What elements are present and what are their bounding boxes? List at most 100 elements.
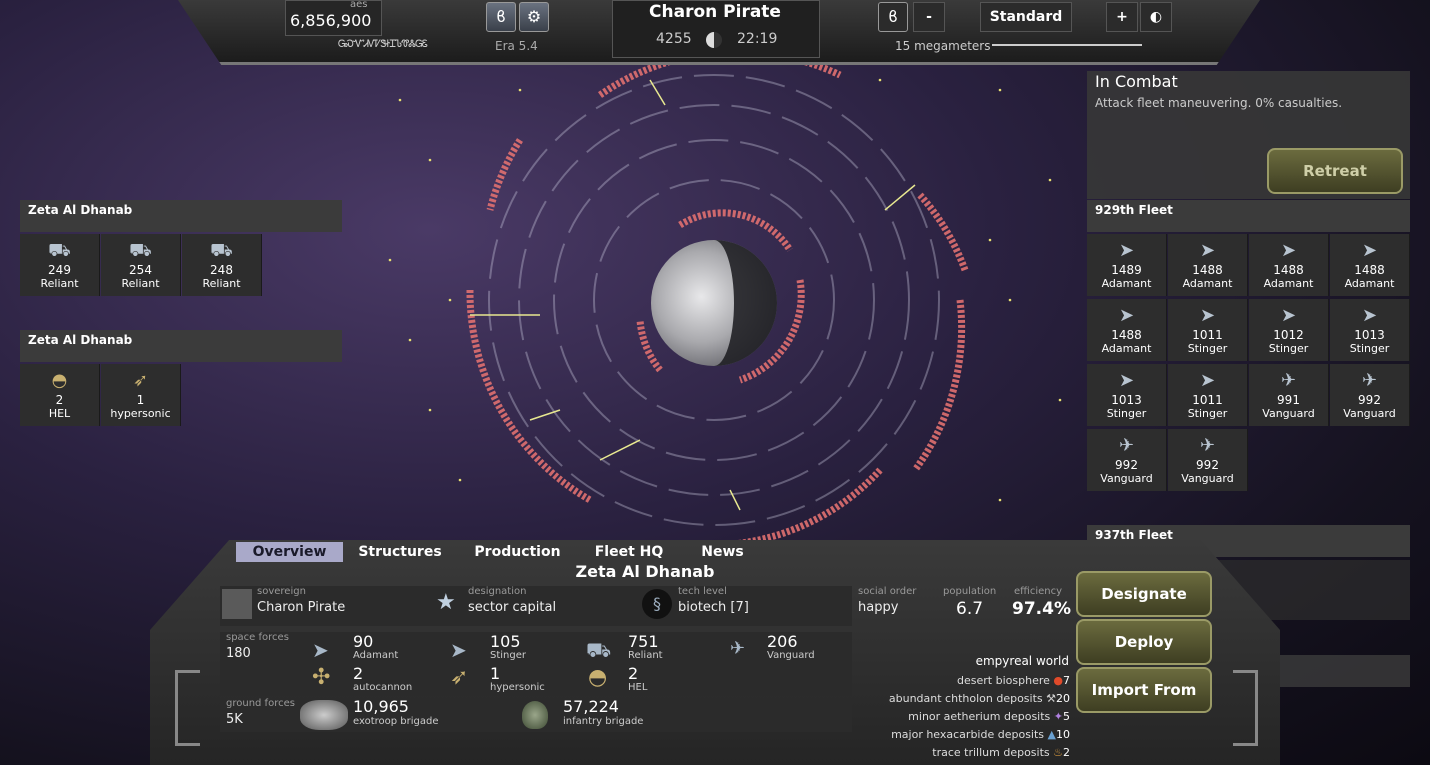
unit-name: Vanguard [1100, 472, 1153, 485]
unit-cell[interactable]: ➶ 1 hypersonic [101, 364, 181, 426]
unit-count: 1489 [1111, 263, 1142, 277]
unit-count: 1488 [1192, 263, 1223, 277]
galaxy-button[interactable]: ϐ [878, 2, 908, 32]
exotroop-name: exotroop brigade [353, 716, 439, 727]
efficiency-caption: efficiency [1014, 586, 1063, 597]
deploy-button[interactable]: Deploy [1076, 619, 1212, 665]
tech-caption: tech level [678, 586, 727, 597]
resource-value: 20 [1056, 692, 1070, 705]
stinger-ship-icon: ➤ [1199, 305, 1216, 326]
tab-structures[interactable]: Structures [350, 542, 450, 562]
fleet-unit-cell[interactable]: ➤ 1488 Adamant [1087, 299, 1167, 361]
resource-icon: ● [1049, 674, 1063, 687]
spiral-icon: ϐ [496, 7, 506, 26]
stinger-ship-icon: ➤ [1199, 370, 1216, 391]
civ-glyphs: ᏀᏍᏉᏗᏙᏤᏕᏐᏆᏖᏡᏜᏀᏋ [338, 39, 428, 50]
resource-icon: ⚒ [1042, 692, 1056, 705]
hypersonic-icon: ➶ [132, 370, 149, 391]
zoom-out-button[interactable]: - [913, 2, 945, 32]
tech-value: biotech [7] [678, 600, 749, 615]
era-label: Era 5.4 [495, 39, 538, 53]
fleet-unit-cell[interactable]: ➤ 1488 Adamant [1330, 234, 1410, 296]
resource-row: major hexacarbide deposits ▲10 [880, 728, 1070, 741]
fleet-unit-cell[interactable]: ✈ 991 Vanguard [1249, 364, 1329, 426]
vanguard-ship-icon: ✈ [1199, 435, 1216, 456]
ground-forces-total: 5K [226, 712, 243, 727]
hypersonic-name: hypersonic [490, 682, 545, 693]
planet-button[interactable]: ◐ [1140, 2, 1172, 32]
unit-cell[interactable]: ◓ 2 HEL [20, 364, 100, 426]
designate-button[interactable]: Designate [1076, 571, 1212, 617]
tab-production[interactable]: Production [465, 542, 570, 562]
unit-count: 991 [1277, 393, 1300, 407]
autocannon-name: autocannon [353, 682, 413, 693]
combat-status: Attack fleet maneuvering. 0% casualties. [1095, 96, 1343, 110]
hel-icon: ◓ [51, 370, 68, 391]
unit-name: Stinger [1187, 407, 1228, 420]
social-value: happy [858, 600, 899, 615]
reliant-icon: ⛟ [586, 638, 612, 662]
tab-fleet-hq[interactable]: Fleet HQ [585, 542, 673, 562]
space-forces-total: 180 [226, 646, 251, 661]
vanguard-count: 206 [767, 632, 798, 651]
left-panel-title: Zeta Al Dhanab [20, 330, 342, 362]
fleet-unit-cell[interactable]: ➤ 1013 Stinger [1330, 299, 1410, 361]
space-forces-caption: space forces [226, 632, 289, 643]
resource-row: desert biosphere ●7 [880, 674, 1070, 687]
resource-value: 5 [1063, 710, 1070, 723]
spiral-button[interactable]: ϐ [486, 2, 516, 32]
unit-cell[interactable]: ⛟ 248 Reliant [182, 234, 262, 296]
adamant-count: 90 [353, 632, 374, 651]
fleet-unit-cell[interactable]: ➤ 1489 Adamant [1087, 234, 1167, 296]
settings-button[interactable]: ⚙ [519, 2, 549, 32]
resource-label: minor aetherium deposits [908, 710, 1051, 723]
fleet-unit-cell[interactable]: ➤ 1488 Adamant [1168, 234, 1248, 296]
resource-label: abundant chtholon deposits [888, 692, 1043, 705]
resource-row: minor aetherium deposits ✦5 [880, 710, 1070, 723]
unit-count: 1488 [1273, 263, 1304, 277]
resource-icon: ✦ [1050, 710, 1063, 723]
fleet-unit-cell[interactable]: ✈ 992 Vanguard [1330, 364, 1410, 426]
unit-count: 992 [1115, 458, 1138, 472]
social-caption: social order [858, 586, 917, 597]
import-from-button[interactable]: Import From [1076, 667, 1212, 713]
vanguard-ship-icon: ✈ [1361, 370, 1378, 391]
hel-icon: ◓ [588, 665, 608, 690]
reliant-ship-icon: ⛟ [210, 240, 233, 261]
retreat-button[interactable]: Retreat [1267, 148, 1403, 194]
unit-name: Vanguard [1262, 407, 1315, 420]
unit-cell[interactable]: ⛟ 249 Reliant [20, 234, 100, 296]
planet-name: Zeta Al Dhanab [575, 562, 715, 581]
fleet-unit-cell[interactable]: ➤ 1012 Stinger [1249, 299, 1329, 361]
clock-icon [706, 32, 722, 48]
tab-overview[interactable]: Overview [236, 542, 343, 562]
fleet-unit-cell[interactable]: ✈ 992 Vanguard [1168, 429, 1248, 491]
infantry-count: 57,224 [563, 697, 619, 716]
mode-button[interactable]: Standard [980, 2, 1072, 32]
exotroop-count: 10,965 [353, 697, 409, 716]
vanguard-icon: ✈ [730, 638, 746, 659]
reliant-name: Reliant [628, 650, 663, 661]
unit-count: 1011 [1192, 328, 1223, 342]
fleet-unit-cell[interactable]: ➤ 1488 Adamant [1249, 234, 1329, 296]
reliant-count: 751 [628, 632, 659, 651]
unit-name: Adamant [1263, 277, 1314, 290]
exotroop-icon [300, 700, 348, 730]
zoom-in-button[interactable]: + [1106, 2, 1138, 32]
unit-cell[interactable]: ⛟ 254 Reliant [101, 234, 181, 296]
fleet-unit-cell[interactable]: ➤ 1011 Stinger [1168, 299, 1248, 361]
vanguard-name: Vanguard [767, 650, 815, 661]
reliant-ship-icon: ⛟ [48, 240, 71, 261]
stinger-ship-icon: ➤ [1361, 305, 1378, 326]
tab-news[interactable]: News [690, 542, 755, 562]
unit-name: Stinger [1349, 342, 1390, 355]
fleet-unit-cell[interactable]: ✈ 992 Vanguard [1087, 429, 1167, 491]
fleet-unit-cell[interactable]: ➤ 1013 Stinger [1087, 364, 1167, 426]
fleet-unit-cell[interactable]: ➤ 1011 Stinger [1168, 364, 1248, 426]
resource-row: trace trillum deposits ♨2 [880, 746, 1070, 759]
vanguard-ship-icon: ✈ [1118, 435, 1135, 456]
ground-forces-caption: ground forces [226, 698, 295, 709]
unit-count: 1013 [1354, 328, 1385, 342]
resource-value: 2 [1063, 746, 1070, 759]
right-bracket [1233, 670, 1258, 746]
